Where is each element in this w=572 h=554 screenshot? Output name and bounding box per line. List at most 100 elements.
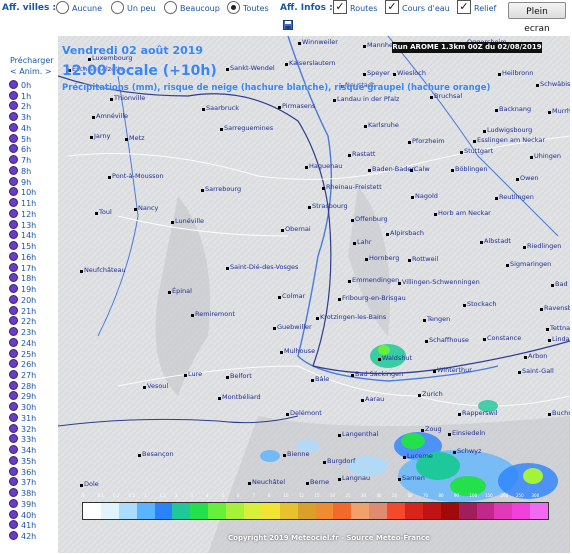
- hour-dot-icon[interactable]: [9, 466, 18, 476]
- relief-checkbox[interactable]: ✓: [457, 0, 471, 14]
- hour-dot-icon[interactable]: [9, 219, 18, 229]
- hour-item[interactable]: 20h: [9, 294, 36, 305]
- hour-label[interactable]: 6h: [21, 145, 31, 154]
- hour-item[interactable]: 35h: [9, 455, 36, 466]
- hour-item[interactable]: 1h: [9, 90, 31, 101]
- hour-dot-icon[interactable]: [9, 359, 18, 369]
- hour-item[interactable]: 6h: [9, 144, 31, 154]
- hour-dot-icon[interactable]: [9, 273, 18, 283]
- hour-label[interactable]: 11h: [21, 199, 36, 208]
- villes-option-beaucoup[interactable]: Beaucoup: [180, 4, 220, 13]
- hour-item[interactable]: 15h: [9, 241, 36, 251]
- hour-label[interactable]: 32h: [21, 425, 36, 434]
- hour-item[interactable]: 22h: [9, 316, 36, 326]
- hour-label[interactable]: 4h: [21, 124, 31, 133]
- hour-item[interactable]: 31h: [9, 412, 36, 423]
- hour-label[interactable]: 12h: [21, 210, 36, 219]
- preload-link[interactable]: Précharger: [10, 56, 54, 65]
- hour-label[interactable]: 37h: [21, 478, 36, 487]
- hour-item[interactable]: 24h: [9, 337, 36, 348]
- hour-dot-icon[interactable]: [9, 316, 18, 326]
- hour-dot-icon[interactable]: [9, 380, 18, 390]
- hour-label[interactable]: 22h: [21, 317, 36, 326]
- hour-label[interactable]: 0h: [21, 81, 31, 90]
- forecast-map[interactable]: WinnweilerMannheimOggersheimLuxembourgEs…: [58, 36, 570, 553]
- animation-control[interactable]: < Anim. >: [10, 67, 52, 76]
- hour-label[interactable]: 2h: [21, 102, 31, 111]
- hour-dot-icon[interactable]: [9, 477, 18, 487]
- hour-dot-icon[interactable]: [9, 284, 18, 294]
- hour-dot-icon[interactable]: [9, 369, 18, 379]
- hour-dot-icon[interactable]: [9, 144, 18, 154]
- hour-label[interactable]: 3h: [21, 113, 31, 122]
- hour-item[interactable]: 21h: [9, 305, 36, 316]
- hour-dot-icon[interactable]: [9, 80, 18, 89]
- hour-item[interactable]: 33h: [9, 434, 36, 444]
- hour-label[interactable]: 7h: [21, 156, 31, 165]
- hour-dot-icon[interactable]: [9, 488, 18, 498]
- hour-label[interactable]: 13h: [21, 221, 36, 230]
- hour-dot-icon[interactable]: [9, 122, 18, 132]
- hour-dot-icon[interactable]: [9, 327, 18, 337]
- hour-item[interactable]: 39h: [9, 498, 36, 509]
- hour-label[interactable]: 23h: [21, 328, 36, 337]
- hour-dot-icon[interactable]: [9, 198, 18, 208]
- hour-item[interactable]: 25h: [9, 348, 36, 359]
- routes-label[interactable]: Routes: [350, 4, 377, 13]
- hour-label[interactable]: 30h: [21, 403, 36, 412]
- hour-label[interactable]: 40h: [21, 511, 36, 520]
- hour-label[interactable]: 5h: [21, 135, 31, 144]
- villes-option-toutes[interactable]: Toutes: [243, 4, 269, 13]
- hour-item[interactable]: 12h: [9, 208, 36, 219]
- save-icon[interactable]: [283, 20, 293, 30]
- fullscreen-button[interactable]: Plein ecran: [508, 2, 566, 34]
- hour-item[interactable]: 2h: [9, 101, 31, 111]
- hour-item[interactable]: 37h: [9, 477, 36, 487]
- villes-radio-toutes[interactable]: [227, 1, 240, 14]
- hour-dot-icon[interactable]: [9, 262, 18, 272]
- hour-label[interactable]: 18h: [21, 274, 36, 283]
- hour-dot-icon[interactable]: [9, 155, 18, 165]
- hour-label[interactable]: 41h: [21, 521, 36, 530]
- hour-item[interactable]: 30h: [9, 402, 36, 412]
- hour-label[interactable]: 21h: [21, 307, 36, 316]
- hour-label[interactable]: 20h: [21, 296, 36, 305]
- hour-dot-icon[interactable]: [9, 305, 18, 315]
- hour-item[interactable]: 10h: [9, 187, 36, 197]
- hour-dot-icon[interactable]: [9, 509, 18, 519]
- hour-item[interactable]: 8h: [9, 165, 31, 176]
- hour-item[interactable]: 19h: [9, 284, 36, 294]
- hour-dot-icon[interactable]: [9, 402, 18, 412]
- hour-item[interactable]: 17h: [9, 262, 36, 273]
- hour-dot-icon[interactable]: [9, 176, 18, 186]
- hour-item[interactable]: 32h: [9, 423, 36, 434]
- hour-label[interactable]: 17h: [21, 264, 36, 273]
- hour-item[interactable]: 29h: [9, 391, 36, 401]
- hour-item[interactable]: 4h: [9, 122, 31, 133]
- hour-label[interactable]: 26h: [21, 360, 36, 369]
- hour-item[interactable]: 41h: [9, 520, 36, 530]
- hour-dot-icon[interactable]: [9, 251, 18, 261]
- hour-label[interactable]: 24h: [21, 339, 36, 348]
- hour-label[interactable]: 9h: [21, 178, 31, 187]
- hour-label[interactable]: 31h: [21, 414, 36, 423]
- hour-label[interactable]: 38h: [21, 489, 36, 498]
- hour-dot-icon[interactable]: [9, 423, 18, 433]
- villes-radio-beaucoup[interactable]: [164, 1, 177, 14]
- routes-checkbox[interactable]: ✓: [333, 0, 347, 14]
- hour-item[interactable]: 38h: [9, 488, 36, 498]
- villes-radio-un-peu[interactable]: [111, 1, 124, 14]
- hour-dot-icon[interactable]: [9, 165, 18, 175]
- hour-label[interactable]: 15h: [21, 242, 36, 251]
- hour-item[interactable]: 14h: [9, 230, 36, 240]
- hour-label[interactable]: 36h: [21, 468, 36, 477]
- hour-dot-icon[interactable]: [9, 187, 18, 197]
- hour-dot-icon[interactable]: [9, 531, 18, 541]
- hour-item[interactable]: 13h: [9, 219, 36, 230]
- hour-dot-icon[interactable]: [9, 434, 18, 444]
- hour-label[interactable]: 35h: [21, 457, 36, 466]
- hour-dot-icon[interactable]: [9, 498, 18, 508]
- hour-item[interactable]: 40h: [9, 509, 36, 520]
- hour-item[interactable]: 5h: [9, 133, 31, 144]
- hour-dot-icon[interactable]: [9, 445, 18, 455]
